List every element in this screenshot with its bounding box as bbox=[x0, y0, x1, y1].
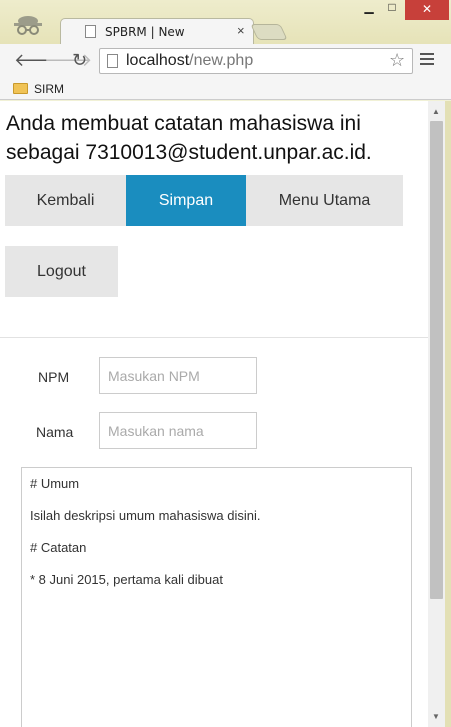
kembali-button[interactable]: Kembali bbox=[5, 175, 126, 226]
menu-icon[interactable] bbox=[420, 53, 434, 67]
bookmark-sirm[interactable]: SIRM bbox=[34, 82, 64, 96]
divider bbox=[0, 337, 428, 338]
page-intro-text: Anda membuat catatan mahasiswa ini sebag… bbox=[6, 112, 372, 164]
address-bar[interactable]: localhost/new.php ☆ bbox=[99, 48, 413, 74]
nama-label: Nama bbox=[36, 424, 74, 440]
close-window-button[interactable]: ✕ bbox=[405, 0, 449, 20]
notes-line: # Catatan bbox=[30, 540, 87, 555]
simpan-button[interactable]: Simpan bbox=[126, 175, 246, 226]
scroll-down-icon[interactable]: ▼ bbox=[432, 712, 440, 721]
window-titlebar: SPBRM | New × ▁ □ ✕ bbox=[0, 0, 451, 44]
scrollbar-thumb[interactable] bbox=[430, 121, 443, 599]
notes-textarea[interactable]: # Umum Isilah deskripsi umum mahasiswa d… bbox=[21, 467, 412, 727]
scroll-up-icon[interactable]: ▲ bbox=[432, 107, 440, 116]
maximize-button[interactable]: □ bbox=[380, 0, 404, 20]
npm-input[interactable] bbox=[99, 357, 257, 394]
logout-button[interactable]: Logout bbox=[5, 246, 118, 297]
tab-title: SPBRM | New bbox=[105, 25, 185, 39]
reload-icon[interactable]: ↻ bbox=[72, 51, 87, 69]
notes-line: Isilah deskripsi umum mahasiswa disini. bbox=[30, 508, 261, 523]
bookmarks-bar: SIRM bbox=[0, 78, 451, 100]
new-tab-button[interactable] bbox=[250, 24, 288, 40]
star-icon[interactable]: ☆ bbox=[389, 50, 405, 71]
page-viewport: Anda membuat catatan mahasiswa ini sebag… bbox=[0, 101, 428, 727]
window-frame bbox=[445, 101, 451, 727]
minimize-button[interactable]: ▁ bbox=[358, 0, 380, 20]
menu-utama-button[interactable]: Menu Utama bbox=[246, 175, 403, 226]
notes-line: # Umum bbox=[30, 476, 80, 491]
vertical-scrollbar[interactable]: ▲ ▼ bbox=[428, 101, 445, 727]
page-icon bbox=[107, 54, 118, 68]
browser-toolbar: 🡐 🡒 ↻ localhost/new.php ☆ bbox=[0, 44, 451, 78]
nama-input[interactable] bbox=[99, 412, 257, 449]
browser-tab[interactable]: SPBRM | New × bbox=[60, 18, 254, 44]
incognito-icon bbox=[14, 16, 42, 35]
folder-icon bbox=[13, 83, 28, 94]
npm-label: NPM bbox=[38, 369, 70, 385]
page-icon bbox=[85, 25, 96, 38]
notes-line: * 8 Juni 2015, pertama kali dibuat bbox=[30, 572, 223, 587]
url-text: localhost/new.php bbox=[126, 52, 254, 69]
tab-close-icon[interactable]: × bbox=[237, 23, 245, 38]
